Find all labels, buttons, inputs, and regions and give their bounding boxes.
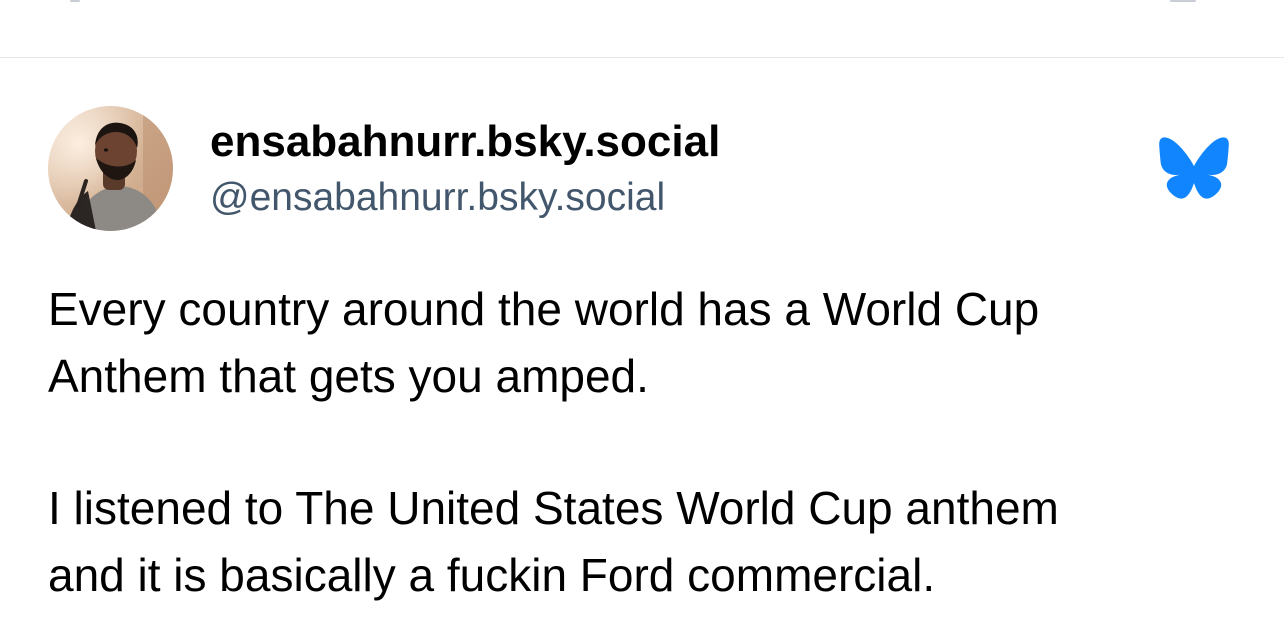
post-text-line: and it is basically a fuckin Ford commer… bbox=[48, 549, 936, 601]
post-text-line: Anthem that gets you amped. bbox=[48, 350, 649, 402]
author-handle[interactable]: @ensabahnurr.bsky.social bbox=[210, 174, 720, 222]
post-body: Every country around the world has a Wor… bbox=[48, 276, 1248, 609]
author-display-name[interactable]: ensabahnurr.bsky.social bbox=[210, 116, 720, 168]
bluesky-butterfly-icon[interactable] bbox=[1158, 136, 1230, 200]
author-info: ensabahnurr.bsky.social @ensabahnurr.bsk… bbox=[210, 116, 720, 222]
truncated-action-icon-left bbox=[70, 0, 80, 2]
post-paragraph: I listened to The United States World Cu… bbox=[48, 475, 1248, 609]
avatar[interactable] bbox=[48, 106, 173, 231]
post-paragraph: Every country around the world has a Wor… bbox=[48, 276, 1248, 410]
post-text-line: Every country around the world has a Wor… bbox=[48, 283, 1040, 335]
avatar-photo bbox=[48, 106, 173, 231]
truncated-action-icon-right bbox=[1170, 0, 1196, 2]
bluesky-logo-graphic bbox=[1159, 137, 1229, 199]
post-card: ensabahnurr.bsky.social @ensabahnurr.bsk… bbox=[0, 58, 1284, 629]
post-text-line: I listened to The United States World Cu… bbox=[48, 482, 1059, 534]
